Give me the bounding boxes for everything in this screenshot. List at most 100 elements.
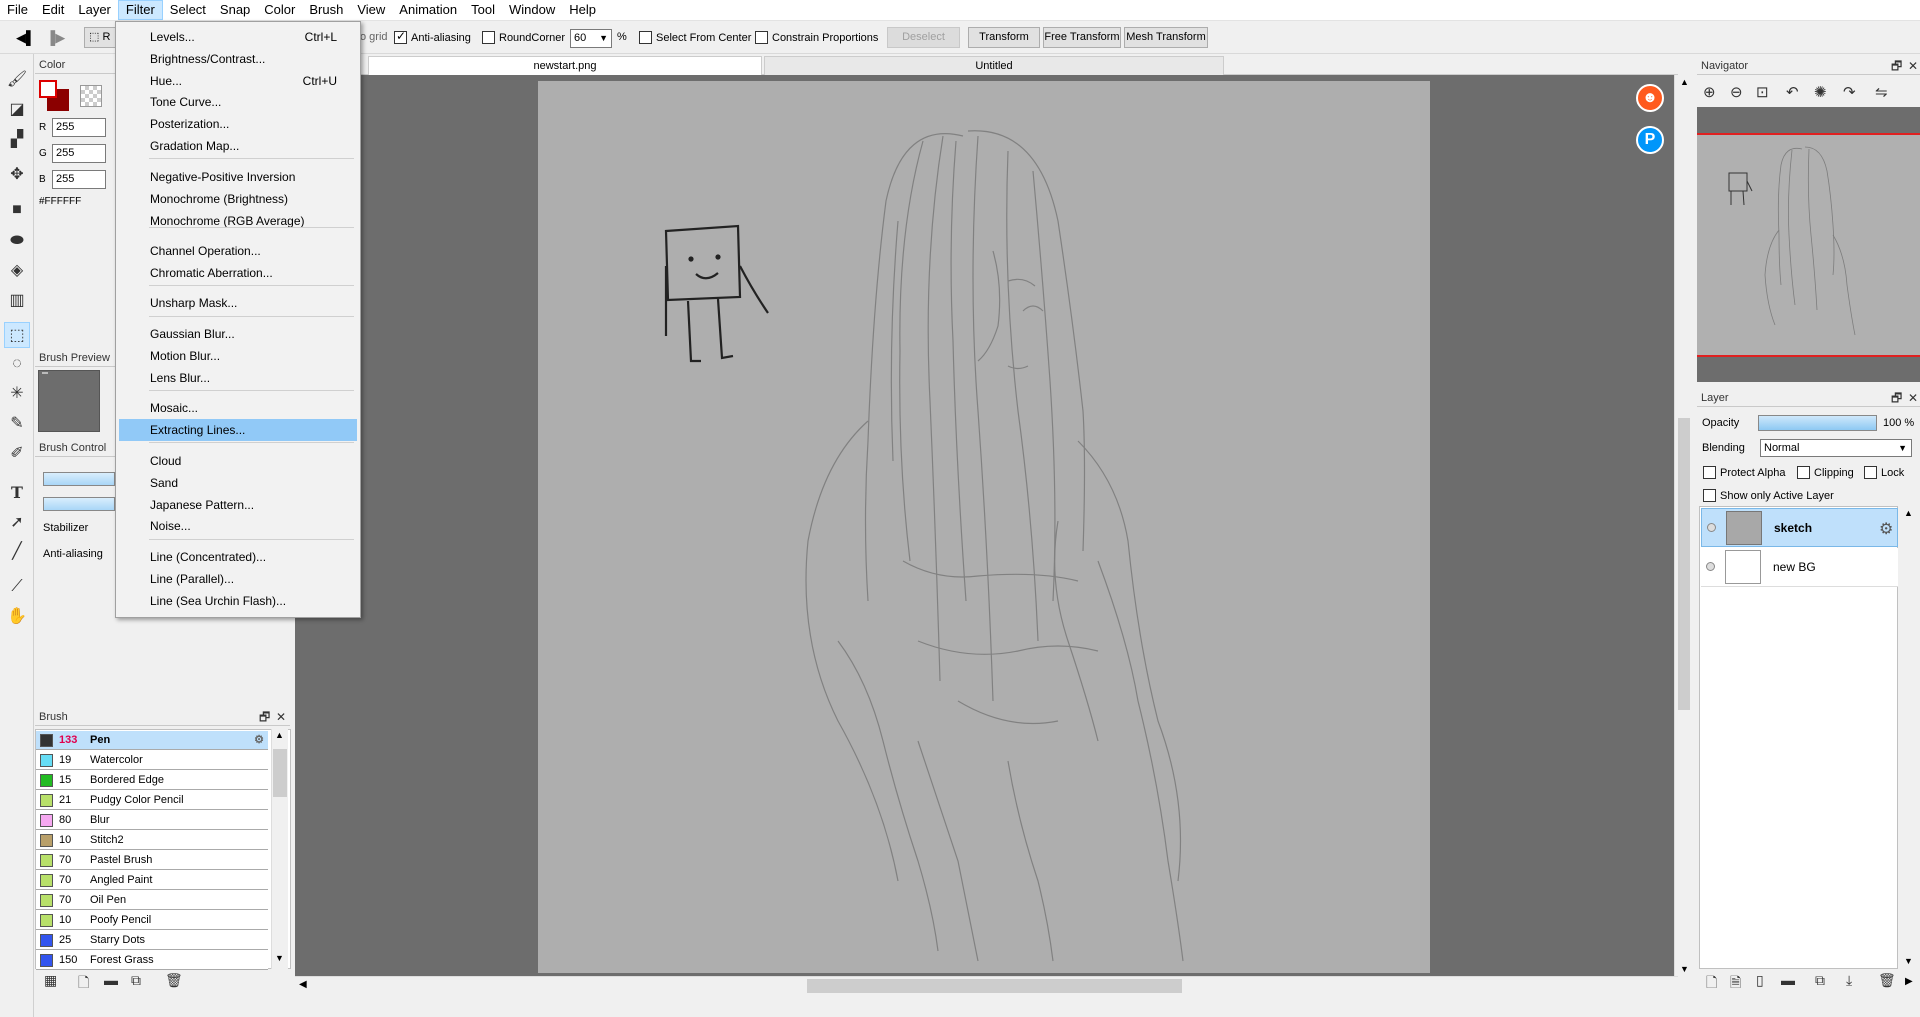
visibility-toggle-icon[interactable] [1706, 562, 1715, 571]
restore-icon[interactable]: 🗗 [259, 709, 270, 725]
folder-icon[interactable]: ▬ [104, 972, 118, 988]
menu-brush[interactable]: Brush [302, 0, 350, 20]
new-halftone-layer-icon[interactable]: 🗎 [1730, 972, 1741, 996]
menu-tool[interactable]: Tool [464, 0, 502, 20]
filter-item-chromatic-aberration[interactable]: Chromatic Aberration... [119, 262, 357, 284]
menu-filter[interactable]: Filter [117, 0, 163, 20]
rotate-right-icon[interactable]: ↷ [1843, 83, 1856, 101]
divide-tool-icon[interactable]: ╱ [4, 538, 30, 564]
roundcorner-checkbox[interactable]: RoundCorner [482, 31, 565, 44]
merge-down-icon[interactable]: ⤓ [1846, 972, 1852, 989]
navigator-viewport[interactable] [1697, 133, 1920, 357]
eraser-tool-icon[interactable]: ◪ [4, 96, 30, 122]
menu-snap[interactable]: Snap [213, 0, 257, 20]
opacity-slider[interactable] [1758, 415, 1877, 431]
filter-item-gaussian-blur[interactable]: Gaussian Blur... [119, 323, 357, 345]
text-tool-icon[interactable]: T [4, 479, 30, 505]
free-transform-button[interactable]: Free Transform [1043, 27, 1121, 48]
filter-item-tone-curve[interactable]: Tone Curve... [119, 91, 357, 113]
trash-icon[interactable]: 🗑 [1878, 972, 1896, 989]
gear-icon[interactable]: ⚙ [254, 731, 264, 750]
restore-icon[interactable]: 🗗 [1891, 58, 1902, 74]
transparent-color-swatch[interactable] [80, 85, 102, 107]
select-pen-tool-icon[interactable]: ✎ [4, 410, 30, 436]
b-value-input[interactable]: 255 [52, 170, 106, 189]
scroll-up-icon[interactable]: ▲ [1904, 508, 1913, 518]
restore-icon[interactable]: 🗗 [1891, 390, 1902, 406]
scroll-thumb[interactable] [807, 979, 1182, 993]
scroll-down-icon[interactable]: ▼ [1680, 964, 1689, 974]
r-value-input[interactable]: 255 [52, 118, 106, 137]
mesh-transform-button[interactable]: Mesh Transform [1124, 27, 1208, 48]
lasso-tool-icon[interactable]: ◌ [4, 351, 30, 377]
filter-item-monochrome-rgb-average[interactable]: Monochrome (RGB Average) [119, 210, 357, 232]
blending-select[interactable]: Normal ▼ [1760, 439, 1912, 457]
brush-item[interactable]: 10 Stitch2 [36, 831, 268, 850]
filter-item-mosaic[interactable]: Mosaic... [119, 397, 357, 419]
navigator-preview[interactable] [1697, 107, 1920, 382]
scroll-up-icon[interactable]: ▲ [1680, 77, 1689, 87]
magic-wand-tool-icon[interactable]: ✳ [4, 380, 30, 406]
zoom-out-icon[interactable]: ⊖ [1730, 83, 1743, 101]
filter-item-noise[interactable]: Noise... [119, 515, 357, 537]
filter-item-monochrome-brightness[interactable]: Monochrome (Brightness) [119, 188, 357, 210]
select-eraser-tool-icon[interactable]: ✐ [4, 440, 30, 466]
menu-color[interactable]: Color [257, 0, 302, 20]
menu-view[interactable]: View [350, 0, 392, 20]
filter-item-japanese-pattern[interactable]: Japanese Pattern... [119, 494, 357, 516]
layer-list-scrollbar[interactable]: ▲ ▼ [1900, 506, 1918, 969]
antialias-checkbox[interactable]: Anti-aliasing [394, 29, 471, 44]
brush-item[interactable]: 133 Pen ⚙ [36, 731, 268, 750]
clipping-checkbox[interactable]: Clipping [1797, 466, 1854, 479]
move-tool-icon[interactable]: ✥ [4, 161, 30, 187]
prev-frame-icon[interactable]: ◀▌ [16, 30, 35, 46]
close-icon[interactable]: ✕ [276, 709, 286, 725]
lock-checkbox[interactable]: Lock [1864, 466, 1904, 479]
bucket-tool-icon[interactable]: ◈ [4, 257, 30, 283]
close-icon[interactable]: ✕ [1908, 390, 1918, 406]
zoom-fit-icon[interactable]: ⊡ [1756, 83, 1769, 101]
transform-button[interactable]: Transform [968, 27, 1040, 48]
constrain-proportions-checkbox[interactable]: Constrain Proportions [755, 31, 878, 44]
pixiv-icon[interactable]: P [1636, 126, 1664, 154]
filter-item-hue[interactable]: Hue... Ctrl+U [119, 70, 357, 92]
filter-item-line-parallel[interactable]: Line (Parallel)... [119, 568, 357, 590]
canvas-vscrollbar[interactable]: ▲ ▼ [1674, 75, 1692, 976]
brush-tool-icon[interactable]: 🖌 [4, 66, 30, 92]
brush-item[interactable]: 19 Watercolor [36, 751, 268, 770]
brush-opacity-slider[interactable] [43, 497, 115, 511]
filter-item-cloud[interactable]: Cloud [119, 450, 357, 472]
new-1bit-layer-icon[interactable]: ▯ [1756, 972, 1764, 989]
tab-newstart[interactable]: newstart.png [368, 56, 762, 75]
canvas-hscrollbar[interactable]: ◀ [295, 976, 1678, 994]
g-value-input[interactable]: 255 [52, 144, 106, 163]
brush-item[interactable]: 70 Pastel Brush [36, 851, 268, 870]
filter-item-channel-operation[interactable]: Channel Operation... [119, 240, 357, 262]
select-from-center-checkbox[interactable]: Select From Center [639, 31, 751, 44]
scroll-thumb[interactable] [273, 749, 287, 797]
filter-item-negative-positive-inversion[interactable]: Negative-Positive Inversion [119, 166, 357, 188]
scroll-right-icon[interactable]: ▶ [1905, 976, 1913, 987]
brush-settings-icon[interactable]: ▦ [44, 972, 57, 989]
brush-list-scrollbar[interactable]: ▲ ▼ [271, 729, 288, 969]
scroll-down-icon[interactable]: ▼ [1904, 956, 1913, 966]
next-frame-icon[interactable]: ▐▶ [46, 30, 65, 46]
show-only-active-checkbox[interactable]: Show only Active Layer [1703, 489, 1834, 502]
brush-size-slider[interactable] [43, 472, 115, 486]
trash-icon[interactable]: 🗑 [165, 972, 183, 989]
deselect-button[interactable]: Deselect [887, 27, 960, 48]
filter-item-levels[interactable]: Levels... Ctrl+L [119, 26, 357, 48]
menu-edit[interactable]: Edit [35, 0, 71, 20]
menu-animation[interactable]: Animation [392, 0, 464, 20]
brush-item[interactable]: 70 Angled Paint [36, 871, 268, 890]
filter-item-lens-blur[interactable]: Lens Blur... [119, 367, 357, 389]
scroll-thumb[interactable] [1678, 418, 1690, 710]
filter-item-sand[interactable]: Sand [119, 472, 357, 494]
layer-row-newbg[interactable]: new BG [1701, 548, 1898, 587]
menu-help[interactable]: Help [562, 0, 603, 20]
brush-item[interactable]: 21 Pudgy Color Pencil [36, 791, 268, 810]
brush-item[interactable]: 25 Starry Dots [36, 931, 268, 950]
scroll-left-icon[interactable]: ◀ [299, 979, 307, 990]
roundcorner-value-select[interactable]: 60 ▼ [570, 29, 612, 48]
brush-item[interactable]: 80 Blur [36, 811, 268, 830]
